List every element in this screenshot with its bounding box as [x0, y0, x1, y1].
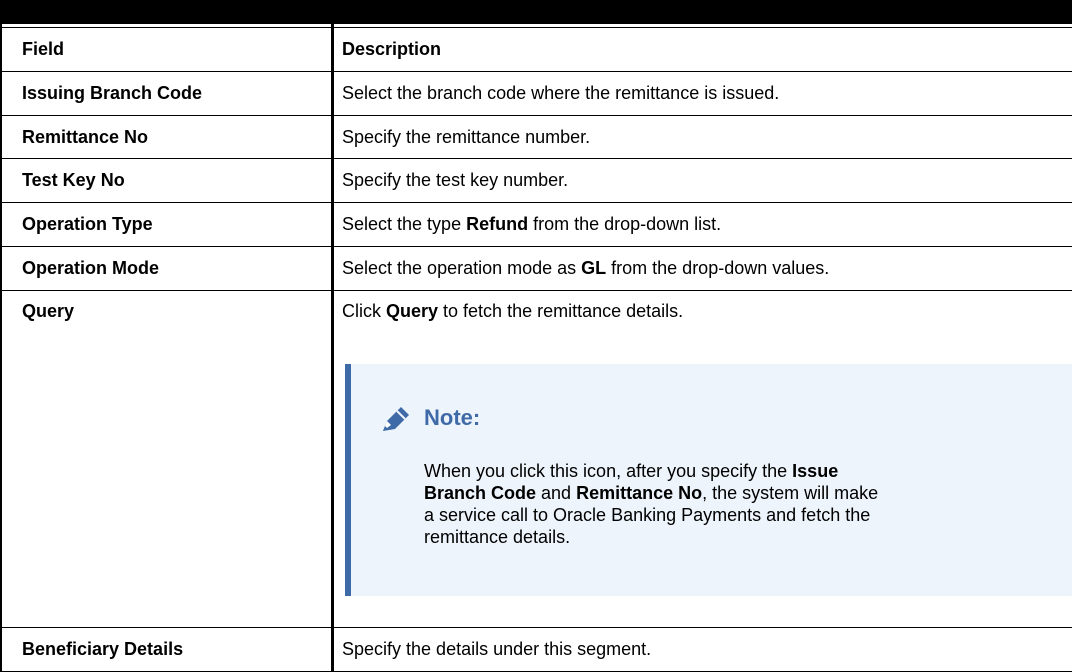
row-divider — [0, 158, 1072, 159]
row-field-query: Query — [22, 301, 75, 321]
desc-text: Select the operation mode as — [342, 258, 582, 278]
note-text: , the system will make — [702, 483, 879, 503]
desc-text: to fetch the remittance details. — [438, 301, 684, 321]
desc-text: from the drop-down list. — [528, 214, 722, 234]
row-divider — [0, 27, 1072, 28]
row-divider — [0, 71, 1072, 72]
row-field-test-key-no: Test Key No — [22, 170, 125, 190]
note-body: When you click this icon, after you spec… — [424, 460, 1064, 548]
note-text: and — [536, 483, 577, 503]
pencil-icon — [383, 407, 409, 431]
desc-text: from the drop-down values. — [606, 258, 830, 278]
desc-bold-text: Query — [386, 301, 439, 321]
row-divider — [0, 290, 1072, 291]
note-line: Branch Code and Remittance No, the syste… — [424, 482, 1064, 504]
note-bold-text: Remittance No — [576, 483, 703, 503]
desc-bold-text: Refund — [466, 214, 529, 234]
table-left-border — [0, 24, 2, 672]
header-field: Field — [22, 39, 65, 59]
note-line: When you click this icon, after you spec… — [424, 460, 1064, 482]
note-bold-text: Issue — [792, 461, 839, 481]
header-description: Description — [342, 39, 442, 59]
note-text: When you click this icon, after you spec… — [424, 461, 793, 481]
row-divider — [0, 246, 1072, 247]
column-divider — [331, 24, 334, 672]
row-description: Specify the remittance number. — [342, 127, 591, 147]
desc-text: Select the type — [342, 214, 467, 234]
row-description: Click Query to fetch the remittance deta… — [342, 300, 683, 322]
row-field-issuing-branch-code: Issuing Branch Code — [22, 83, 203, 103]
top-border-bar — [0, 0, 1072, 24]
desc-bold-text: GL — [581, 258, 607, 278]
row-description: Select the branch code where the remitta… — [342, 83, 780, 103]
note-line: a service call to Oracle Banking Payment… — [424, 505, 871, 525]
row-description: Select the operation mode as GL from the… — [342, 257, 829, 279]
row-description: Specify the test key number. — [342, 170, 569, 190]
row-divider — [0, 115, 1072, 116]
row-description: Specify the details under this segment. — [342, 639, 652, 659]
row-description: Select the type Refund from the drop-dow… — [342, 213, 721, 235]
row-field-remittance-no: Remittance No — [22, 127, 149, 147]
desc-text: Click — [342, 301, 386, 321]
row-field-operation-mode: Operation Mode — [22, 258, 160, 278]
row-divider — [0, 202, 1072, 203]
note-line: remittance details. — [424, 527, 571, 547]
row-divider — [0, 627, 1072, 628]
note-bold-text: Branch Code — [424, 483, 537, 503]
note-title: Note: — [424, 405, 481, 430]
row-field-operation-type: Operation Type — [22, 214, 153, 234]
row-field-beneficiary-details: Beneficiary Details — [22, 639, 184, 659]
